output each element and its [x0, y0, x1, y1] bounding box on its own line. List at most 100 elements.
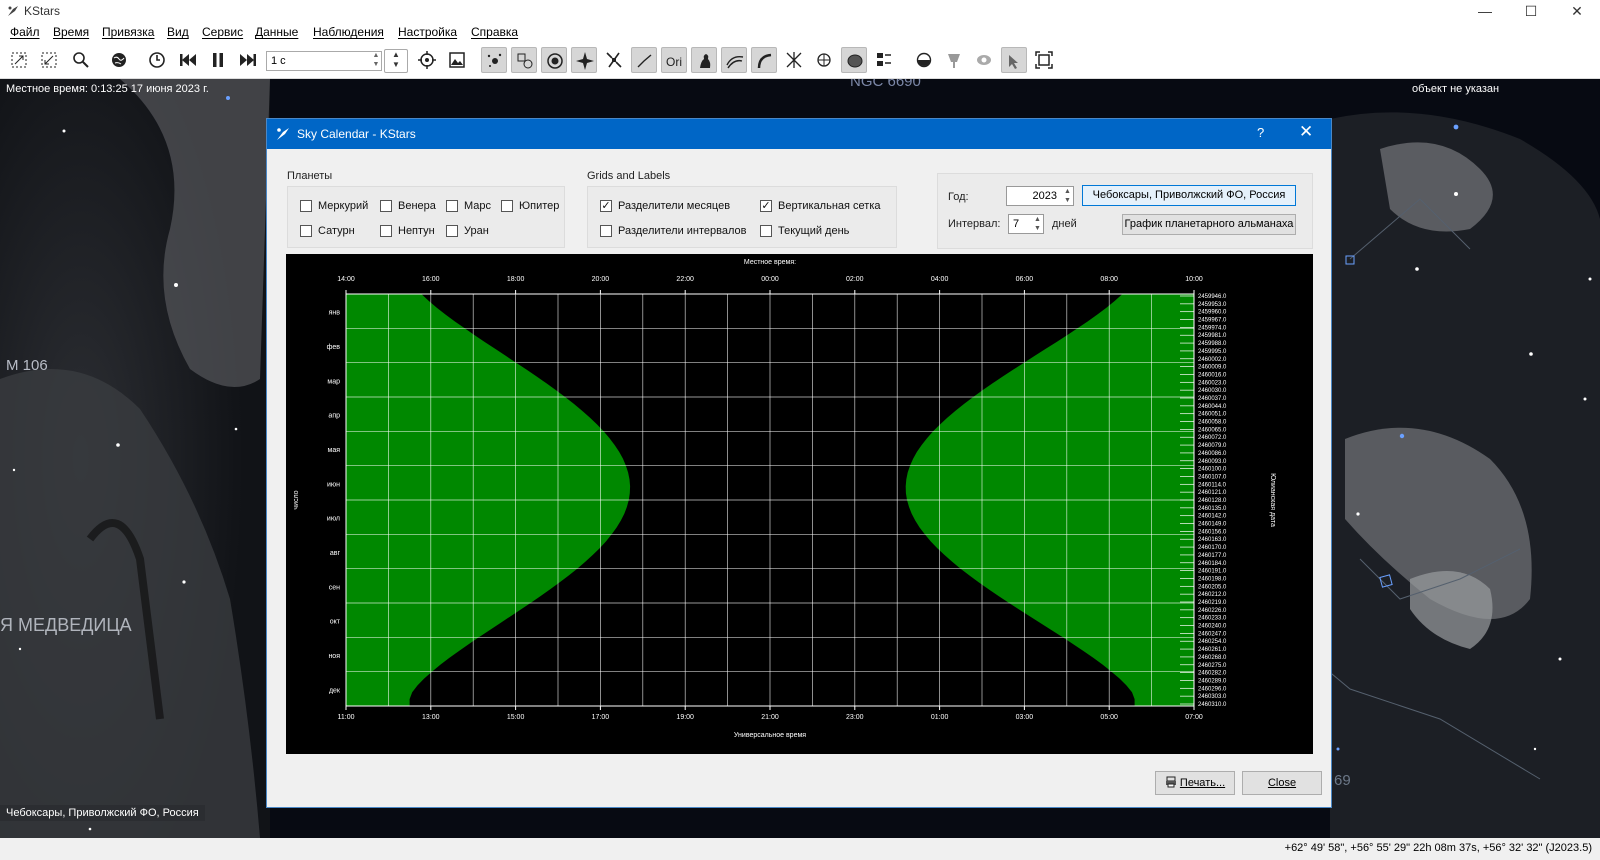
supernovae-toggle-icon[interactable]	[571, 47, 597, 73]
julian-date-label: 2459953.0	[1198, 302, 1227, 308]
zoom-in-icon[interactable]	[6, 47, 32, 73]
julian-date-label: 2460289.0	[1198, 678, 1227, 684]
julian-date-label: 2460107.0	[1198, 474, 1227, 480]
julian-date-label: 2459981.0	[1198, 333, 1227, 339]
julian-date-label: 2460030.0	[1198, 388, 1227, 394]
fullscreen-icon[interactable]	[1031, 47, 1057, 73]
hips-icon[interactable]	[911, 47, 937, 73]
menu-pointing[interactable]: Привязка	[102, 25, 154, 39]
top-tick-label: 22:00	[676, 276, 694, 283]
month-label: июл	[327, 516, 340, 523]
clock-icon[interactable]	[144, 47, 170, 73]
ekos-icon[interactable]	[971, 47, 997, 73]
year-spinner[interactable]: ▲ ▼	[1064, 187, 1071, 205]
horizon-icon[interactable]	[781, 47, 807, 73]
mosaic-icon[interactable]	[1001, 47, 1027, 73]
checkbox-box[interactable]	[446, 225, 458, 237]
ground-icon[interactable]	[811, 47, 837, 73]
julian-date-label: 2460121.0	[1198, 490, 1227, 496]
bottom-tick-label: 15:00	[507, 714, 525, 721]
bottom-tick-label: 19:00	[676, 714, 694, 721]
satellites-toggle-icon[interactable]	[601, 47, 627, 73]
constellation-art-icon[interactable]	[691, 47, 717, 73]
planets-group: Меркурий Венера Марс Юпитер Сатурн Непту…	[287, 186, 565, 248]
bottom-tick-label: 21:00	[761, 714, 779, 721]
maximize-button[interactable]: ☐	[1508, 0, 1554, 23]
month-label: фев	[327, 344, 341, 351]
interval-spinner[interactable]: ▲ ▼	[1034, 215, 1041, 233]
time-step-input[interactable]: 1 с	[266, 51, 382, 71]
step-back-icon[interactable]	[175, 47, 201, 73]
julian-date-label: 2459960.0	[1198, 310, 1227, 316]
checkbox-box[interactable]	[600, 225, 612, 237]
constellation-names-icon[interactable]: Ori	[661, 47, 687, 73]
help-button[interactable]: ?	[1257, 125, 1264, 140]
opaque-ground-icon[interactable]	[841, 47, 867, 73]
julian-date-label: 2460310.0	[1198, 702, 1227, 708]
crosshair-icon[interactable]	[414, 47, 440, 73]
pause-icon[interactable]	[205, 47, 231, 73]
print-button[interactable]: Печать...	[1155, 771, 1235, 795]
month-label: окт	[330, 619, 341, 626]
stars-toggle-icon[interactable]	[481, 47, 507, 73]
julian-date-label: 2460219.0	[1198, 600, 1227, 606]
menu-data[interactable]: Данные	[255, 25, 298, 39]
julian-date-label: 2459988.0	[1198, 341, 1227, 347]
flags-icon[interactable]	[871, 47, 897, 73]
julian-date-label: 2460016.0	[1198, 372, 1227, 378]
location-label: Чебоксары, Приволжский ФО, Россия	[0, 805, 205, 821]
julian-date-label: 2460177.0	[1198, 553, 1227, 559]
coordinate-grid-icon[interactable]	[751, 47, 777, 73]
julian-date-label: 2460296.0	[1198, 686, 1227, 692]
checkbox-box[interactable]	[300, 200, 312, 212]
checkbox-box[interactable]	[380, 200, 392, 212]
menu-view[interactable]: Вид	[167, 25, 189, 39]
menu-settings[interactable]: Настройка	[398, 25, 457, 39]
menu-bar: Файл Время Привязка Вид Сервис Данные На…	[0, 23, 1600, 42]
cursor-coordinates: +62° 49' 58", +56° 55' 29" 22h 08m 37s, …	[1284, 842, 1592, 854]
month-label: янв	[329, 310, 341, 317]
find-object-icon[interactable]	[68, 47, 94, 73]
close-button[interactable]: Close	[1242, 771, 1322, 795]
julian-date-label: 2459967.0	[1198, 318, 1227, 324]
constellation-lines-icon[interactable]	[631, 47, 657, 73]
close-window-button[interactable]: ✕	[1554, 0, 1600, 23]
app-title: KStars	[24, 4, 61, 18]
zoom-out-icon[interactable]	[36, 47, 62, 73]
menu-help[interactable]: Справка	[471, 25, 518, 39]
checkbox-box[interactable]	[300, 225, 312, 237]
ursa-major-label: Я МЕДВЕДИЦА	[0, 615, 132, 635]
julian-date-label: 2460058.0	[1198, 420, 1227, 426]
dialog-titlebar: Sky Calendar - KStars ? ✕	[267, 119, 1331, 149]
globe-icon[interactable]	[106, 47, 132, 73]
julian-date-label: 2460247.0	[1198, 631, 1227, 637]
location-button[interactable]: Чебоксары, Приволжский ФО, Россия	[1082, 185, 1296, 206]
checkbox-box[interactable]: ✓	[760, 200, 772, 212]
checkbox-box[interactable]: ✓	[600, 200, 612, 212]
planetary-almanac-button[interactable]: График планетарного альманаха	[1122, 214, 1296, 235]
telescope-fov-icon[interactable]	[941, 47, 967, 73]
solar-system-toggle-icon[interactable]	[541, 47, 567, 73]
checkbox-box[interactable]	[760, 225, 772, 237]
checkbox-box[interactable]	[501, 200, 513, 212]
dialog-close-icon[interactable]: ✕	[1299, 122, 1313, 142]
time-step-arrows[interactable]: ▲ ▼	[370, 51, 382, 71]
step-forward-icon[interactable]	[235, 47, 261, 73]
julian-date-label: 2459995.0	[1198, 349, 1227, 355]
month-label: июн	[327, 481, 340, 488]
image-icon[interactable]	[444, 47, 470, 73]
menu-time[interactable]: Время	[53, 25, 89, 39]
menu-tools[interactable]: Сервис	[202, 25, 243, 39]
bottom-tick-label: 23:00	[846, 714, 864, 721]
bottom-tick-label: 05:00	[1100, 714, 1118, 721]
top-tick-label: 04:00	[931, 276, 949, 283]
milky-way-icon[interactable]	[721, 47, 747, 73]
julian-date-label: 2460072.0	[1198, 435, 1227, 441]
menu-file[interactable]: Файл	[10, 25, 40, 39]
deep-sky-toggle-icon[interactable]	[511, 47, 537, 73]
minimize-button[interactable]: —	[1462, 0, 1508, 23]
menu-observation[interactable]: Наблюдения	[313, 25, 384, 39]
time-step-unit-spinner[interactable]: ▲ ▼	[384, 49, 408, 73]
checkbox-box[interactable]	[446, 200, 458, 212]
checkbox-box[interactable]	[380, 225, 392, 237]
